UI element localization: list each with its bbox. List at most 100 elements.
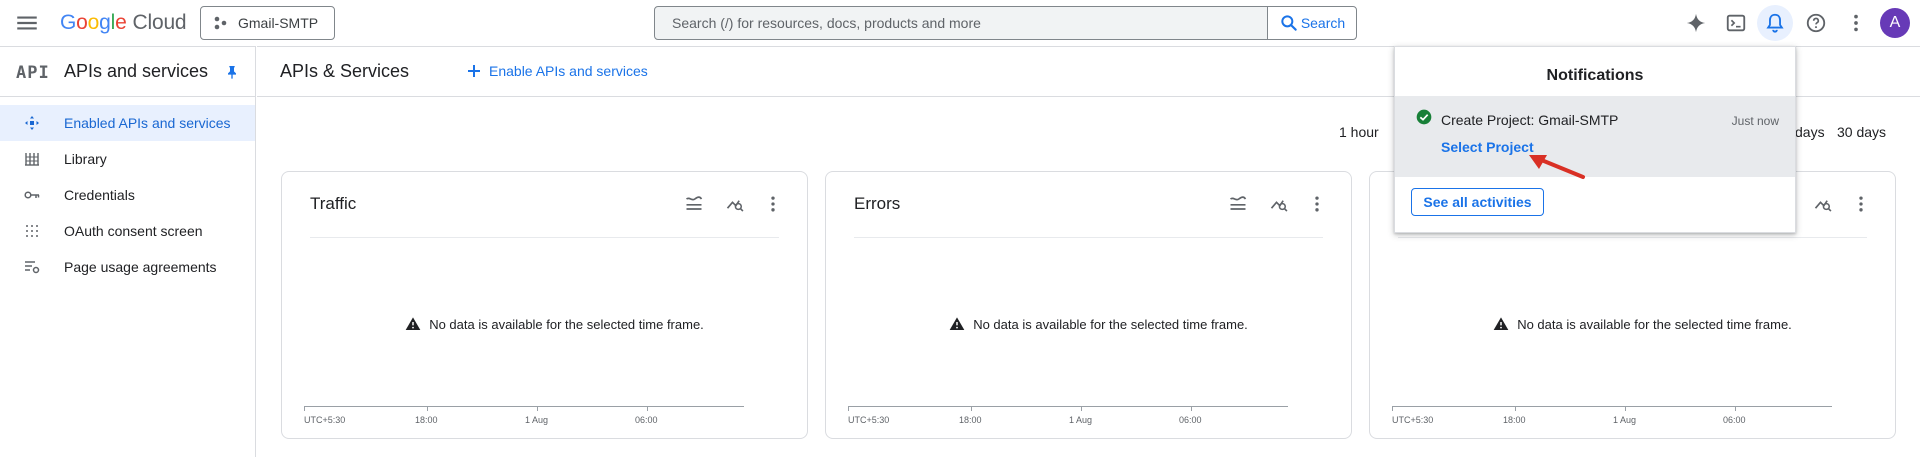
enable-apis-label: Enable APIs and services [489, 63, 648, 79]
axis-tick [1191, 406, 1192, 411]
page-title: APIs & Services [280, 61, 410, 81]
no-data-message: No data is available for the selected ti… [1370, 316, 1895, 332]
plus-icon [468, 65, 480, 77]
axis-tick [971, 406, 972, 411]
top-bar: Google Cloud Gmail-SMTP Search (/) for r… [0, 0, 1920, 46]
legend-toggle-icon[interactable] [683, 193, 705, 215]
warning-icon [405, 317, 421, 330]
warning-icon [949, 317, 965, 330]
axis-tick-label: 06:00 [635, 415, 658, 425]
notification-time: Just now [1731, 114, 1779, 128]
diamond-arrows-icon [24, 115, 40, 131]
sidebar-item-label: Library [64, 151, 107, 167]
see-all-activities-button[interactable]: See all activities [1411, 188, 1544, 216]
card-divider [1398, 237, 1867, 238]
sidebar-item-library[interactable]: Library [0, 141, 255, 177]
axis-tick-label: 1 Aug [1069, 415, 1093, 425]
dotted-grid-icon [24, 223, 40, 239]
axis-tick [1392, 406, 1393, 411]
no-data-message: No data is available for the selected ti… [282, 316, 807, 332]
api-logo: API [16, 63, 50, 83]
errors-card: Errors No data is available for the sele… [825, 171, 1352, 439]
notifications-bell-icon[interactable] [1757, 5, 1793, 41]
card-title: Traffic [310, 194, 357, 213]
check-circle-icon [1416, 109, 1432, 125]
axis-tick-label: 18:00 [959, 415, 982, 425]
google-cloud-logo[interactable]: Google Cloud [60, 10, 187, 36]
axis-tick-label: UTC+5:30 [848, 415, 890, 425]
axis-tick-label: 1 Aug [1613, 415, 1637, 425]
more-vert-icon[interactable] [1842, 9, 1870, 37]
account-avatar[interactable]: A [1880, 8, 1910, 38]
main-menu-icon[interactable] [14, 10, 40, 36]
notification-item[interactable] [1395, 96, 1795, 177]
sidebar-header: API APIs and services [0, 47, 255, 97]
gemini-sparkle-icon[interactable] [1682, 9, 1710, 37]
search-button-label: Search [1300, 15, 1346, 31]
axis-tick [304, 406, 305, 411]
x-axis-line [848, 406, 1288, 407]
notifications-panel: Notifications Create Project: Gmail-SMTP… [1394, 46, 1796, 233]
x-axis-line [1392, 406, 1832, 407]
axis-tick [647, 406, 648, 411]
explore-chart-icon[interactable] [1268, 193, 1290, 215]
axis-tick [848, 406, 849, 411]
notification-message: Create Project: Gmail-SMTP [1441, 112, 1619, 128]
x-axis-line [304, 406, 744, 407]
cloud-shell-icon[interactable] [1722, 9, 1750, 37]
card-divider [854, 237, 1323, 238]
project-picker-button[interactable]: Gmail-SMTP [200, 6, 335, 40]
annotation-arrow-icon [1523, 151, 1587, 181]
axis-tick [537, 406, 538, 411]
sidebar-item-page-usage[interactable]: Page usage agreements [0, 249, 255, 285]
axis-tick [1515, 406, 1516, 411]
key-icon [24, 187, 40, 203]
notifications-title: Notifications [1546, 67, 1644, 84]
select-project-link[interactable]: Select Project [1441, 139, 1534, 155]
explore-chart-icon[interactable] [1812, 193, 1834, 215]
axis-tick-label: 1 Aug [525, 415, 549, 425]
pin-icon[interactable] [224, 64, 240, 80]
help-icon[interactable] [1802, 9, 1830, 37]
project-dots-icon [214, 16, 227, 30]
more-vert-icon[interactable] [1306, 193, 1328, 215]
legend-toggle-icon[interactable] [1227, 193, 1249, 215]
settings-list-icon [24, 259, 40, 275]
no-data-text: No data is available for the selected ti… [973, 316, 1248, 332]
search-icon [1281, 15, 1297, 31]
card-title: Errors [854, 194, 901, 213]
axis-tick [1081, 406, 1082, 411]
axis-tick [1625, 406, 1626, 411]
no-data-message: No data is available for the selected ti… [826, 316, 1351, 332]
axis-tick-label: 18:00 [1503, 415, 1526, 425]
search-button[interactable]: Search [1267, 6, 1357, 40]
search-input[interactable]: Search (/) for resources, docs, products… [654, 6, 1268, 40]
axis-tick-label: 06:00 [1723, 415, 1746, 425]
search-placeholder: Search (/) for resources, docs, products… [672, 15, 981, 31]
sidebar-item-enabled-apis[interactable]: Enabled APIs and services [0, 105, 255, 141]
sidebar-item-label: Page usage agreements [64, 259, 217, 275]
sidebar-title: APIs and services [64, 61, 209, 81]
more-vert-icon[interactable] [762, 193, 784, 215]
warning-icon [1493, 317, 1509, 330]
axis-tick-label: 18:00 [415, 415, 438, 425]
sidebar-item-oauth-consent[interactable]: OAuth consent screen [0, 213, 255, 249]
time-range-1-hour[interactable]: 1 hour [1339, 124, 1379, 140]
explore-chart-icon[interactable] [724, 193, 746, 215]
axis-tick-label: UTC+5:30 [304, 415, 346, 425]
left-sidebar: API APIs and services Enabled APIs and s… [0, 46, 256, 457]
logo-cloud-text: Cloud [132, 11, 187, 34]
card-divider [310, 237, 779, 238]
sidebar-item-label: OAuth consent screen [64, 223, 203, 239]
time-range-30-days[interactable]: 30 days [1837, 124, 1886, 140]
no-data-text: No data is available for the selected ti… [429, 316, 704, 332]
sidebar-item-label: Enabled APIs and services [64, 115, 231, 131]
traffic-card: Traffic No data is available for the sel… [281, 171, 808, 439]
time-range-days[interactable]: days [1795, 124, 1825, 140]
project-name: Gmail-SMTP [238, 15, 319, 31]
sidebar-item-credentials[interactable]: Credentials [0, 177, 255, 213]
enable-apis-button[interactable]: Enable APIs and services [467, 63, 648, 79]
logo-google-text: Google [60, 11, 127, 34]
no-data-text: No data is available for the selected ti… [1517, 316, 1792, 332]
more-vert-icon[interactable] [1850, 193, 1872, 215]
